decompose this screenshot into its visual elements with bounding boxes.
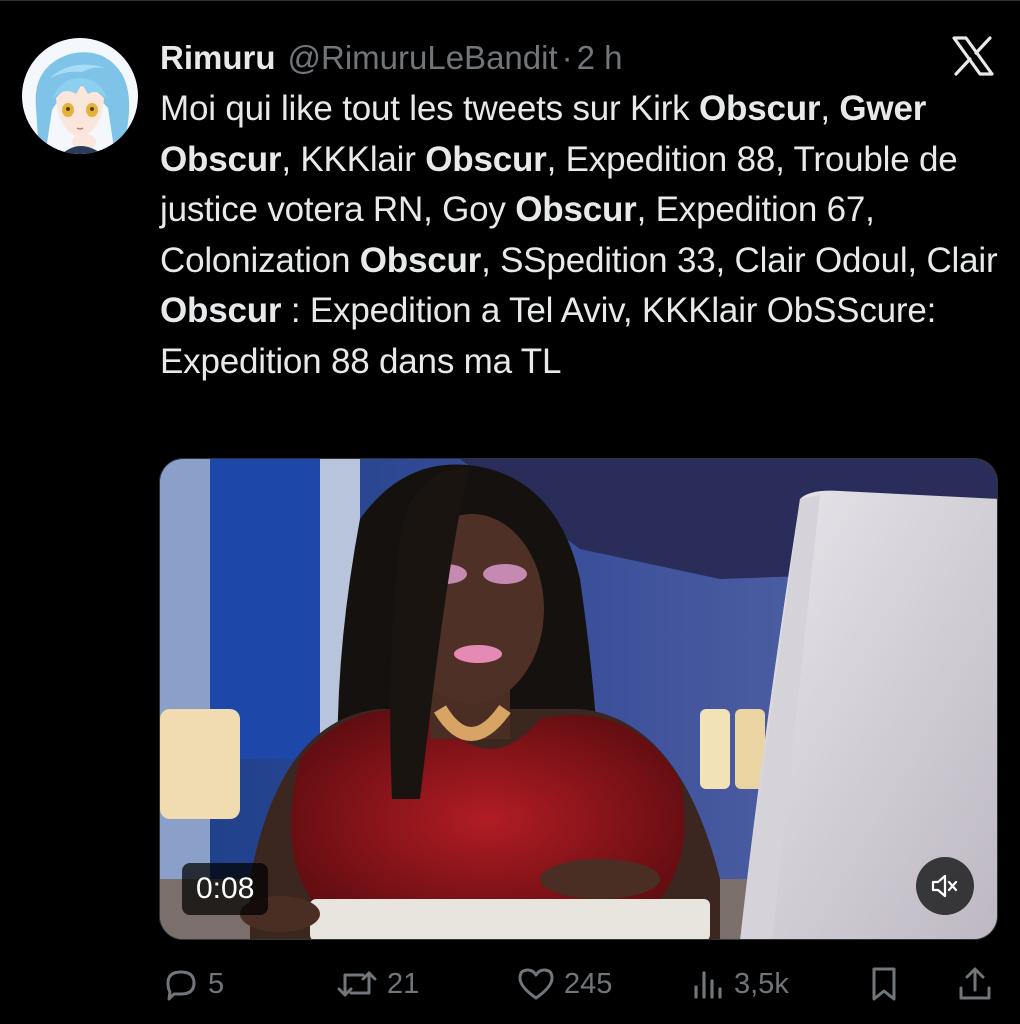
repost-button[interactable]: 21 xyxy=(335,958,419,1010)
header-separator: · xyxy=(561,39,573,76)
views-count: 3,5k xyxy=(734,967,789,1000)
tweet-text-highlight: Obscur xyxy=(699,89,821,128)
tweet-text-segment: , KKKlair xyxy=(281,139,426,179)
like-button[interactable]: 245 xyxy=(516,958,612,1010)
x-logo-icon[interactable] xyxy=(952,36,994,76)
top-divider xyxy=(0,0,1020,1)
reply-icon xyxy=(166,970,196,1001)
views-icon xyxy=(694,971,722,999)
heart-icon xyxy=(518,968,554,1000)
bookmark-icon xyxy=(872,967,896,1001)
avatar-image xyxy=(22,38,138,154)
tweet-text-highlight: Obscur xyxy=(425,139,547,179)
tweet-text-highlight: Obscur xyxy=(515,190,637,229)
video-duration: 0:08 xyxy=(182,863,269,915)
tweet-text: Moi qui like tout les tweets sur Kirk Ob… xyxy=(160,84,1010,387)
tweet-text-segment: Moi qui like tout les tweets sur Kirk xyxy=(160,89,699,128)
reply-count: 5 xyxy=(208,967,225,1000)
bookmark-button[interactable] xyxy=(866,958,902,1010)
tweet-actions: 5 21 245 3,5k xyxy=(160,958,1000,1010)
tweet-text-segment: , xyxy=(820,89,840,128)
video-player[interactable]: 0:08 xyxy=(159,458,998,940)
avatar[interactable] xyxy=(22,38,138,154)
tweet-text-highlight: Obscur xyxy=(160,291,282,330)
share-icon xyxy=(959,967,991,1000)
author-display-name[interactable]: Rimuru xyxy=(160,39,276,77)
speaker-muted-icon xyxy=(931,874,958,898)
repost-icon xyxy=(337,971,377,997)
tweet-text-segment: , SSpedition 33, Clair Odoul, Clair xyxy=(481,240,998,280)
views-button[interactable]: 3,5k xyxy=(690,958,789,1010)
repost-count: 21 xyxy=(387,967,420,1000)
author-handle[interactable]: @RimuruLeBandit xyxy=(288,39,558,77)
video-frame xyxy=(160,459,997,939)
reply-button[interactable]: 5 xyxy=(162,958,224,1010)
like-count: 245 xyxy=(564,967,613,1000)
mute-button[interactable] xyxy=(916,857,974,915)
tweet-timestamp[interactable]: 2 h xyxy=(577,39,623,77)
tweet-text-highlight: Obscur xyxy=(359,240,482,280)
tweet-header: Rimuru @RimuruLeBandit · 2 h xyxy=(160,36,623,80)
share-button[interactable] xyxy=(956,958,994,1010)
